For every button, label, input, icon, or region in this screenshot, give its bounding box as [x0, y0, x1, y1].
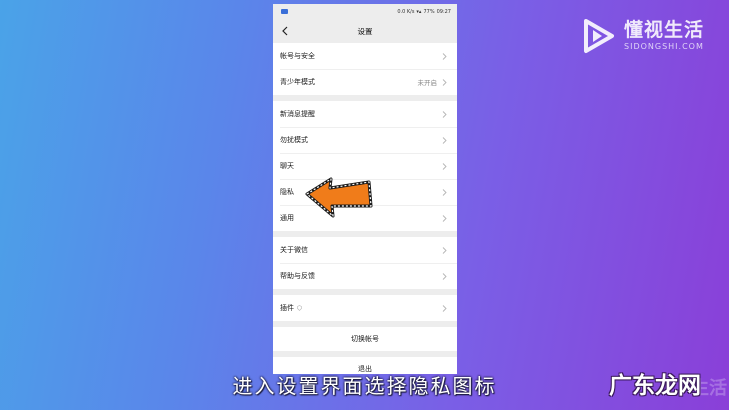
- row-label: 青少年模式: [280, 78, 315, 86]
- brand-logo: 懂视生活 SIDONGSHI.COM: [578, 16, 718, 56]
- row-teen-mode[interactable]: 青少年模式 未开启: [273, 69, 457, 95]
- settings-group-plugins: 插件: [273, 295, 457, 321]
- row-chat[interactable]: 聊天: [273, 153, 457, 179]
- chevron-right-icon: [442, 110, 447, 118]
- logo-title: 懂视生活: [624, 19, 705, 41]
- chevron-right-icon: [442, 52, 447, 60]
- row-label: 帮助与反馈: [280, 272, 315, 280]
- row-right: [441, 52, 448, 61]
- logo-text: 懂视生活 SIDONGSHI.COM: [624, 21, 704, 51]
- row-label: 新消息提醒: [280, 110, 315, 118]
- row-account-security[interactable]: 帐号与安全: [273, 43, 457, 69]
- row-label: 勿扰模式: [280, 136, 308, 144]
- play-logo-icon: [584, 19, 614, 53]
- row-left: 插件: [280, 303, 302, 313]
- row-label: 隐私: [280, 188, 294, 196]
- row-label: 聊天: [280, 162, 294, 170]
- row-about-wechat[interactable]: 关于微信: [273, 237, 457, 263]
- settings-group-general: 新消息提醒 勿扰模式 聊天 隐私 通用: [273, 101, 457, 231]
- row-do-not-disturb[interactable]: 勿扰模式: [273, 127, 457, 153]
- row-general[interactable]: 通用: [273, 205, 457, 231]
- status-bar: 0.0 K/s ▾▴ 77% 09:27: [273, 4, 457, 19]
- plugin-badge-icon: [297, 305, 302, 311]
- switch-account-button[interactable]: 切换帐号: [273, 327, 457, 351]
- nav-bar: 设置: [273, 19, 457, 43]
- row-label: 插件: [280, 304, 294, 312]
- logo-subtitle: SIDONGSHI.COM: [624, 42, 704, 51]
- chevron-right-icon: [442, 162, 447, 170]
- row-help-feedback[interactable]: 帮助与反馈: [273, 263, 457, 289]
- row-plugins[interactable]: 插件: [273, 295, 457, 321]
- back-arrow-icon[interactable]: [279, 24, 291, 38]
- chevron-right-icon: [442, 214, 447, 222]
- chevron-right-icon: [442, 78, 447, 86]
- teen-mode-status: 未开启: [417, 79, 438, 87]
- status-time: 09:27: [436, 8, 451, 15]
- chevron-right-icon: [442, 304, 447, 312]
- phone-screen: 0.0 K/s ▾▴ 77% 09:27 设置 帐号与安全 青少年模式 未开启: [273, 4, 457, 374]
- row-new-message-alerts[interactable]: 新消息提醒: [273, 101, 457, 127]
- chevron-right-icon: [442, 246, 447, 254]
- settings-group-about: 关于微信 帮助与反馈: [273, 237, 457, 289]
- chevron-right-icon: [442, 272, 447, 280]
- chevron-right-icon: [442, 136, 447, 144]
- signal-icon: ▾▴: [416, 8, 422, 15]
- row-label: 帐号与安全: [280, 52, 315, 60]
- network-speed: 0.0 K/s: [397, 8, 415, 15]
- row-right: 未开启: [418, 77, 449, 87]
- battery-level: 77%: [423, 8, 435, 15]
- row-label: 通用: [280, 214, 294, 222]
- notification-app-icon: [281, 9, 288, 14]
- chevron-right-icon: [442, 188, 447, 196]
- settings-group-account: 帐号与安全 青少年模式 未开启: [273, 43, 457, 95]
- row-label: 关于微信: [280, 246, 308, 254]
- site-watermark: 广东龙网: [609, 372, 701, 399]
- page-title: 设置: [357, 26, 373, 36]
- row-privacy[interactable]: 隐私: [273, 179, 457, 205]
- status-right: 0.0 K/s ▾▴ 77% 09:27: [397, 9, 451, 15]
